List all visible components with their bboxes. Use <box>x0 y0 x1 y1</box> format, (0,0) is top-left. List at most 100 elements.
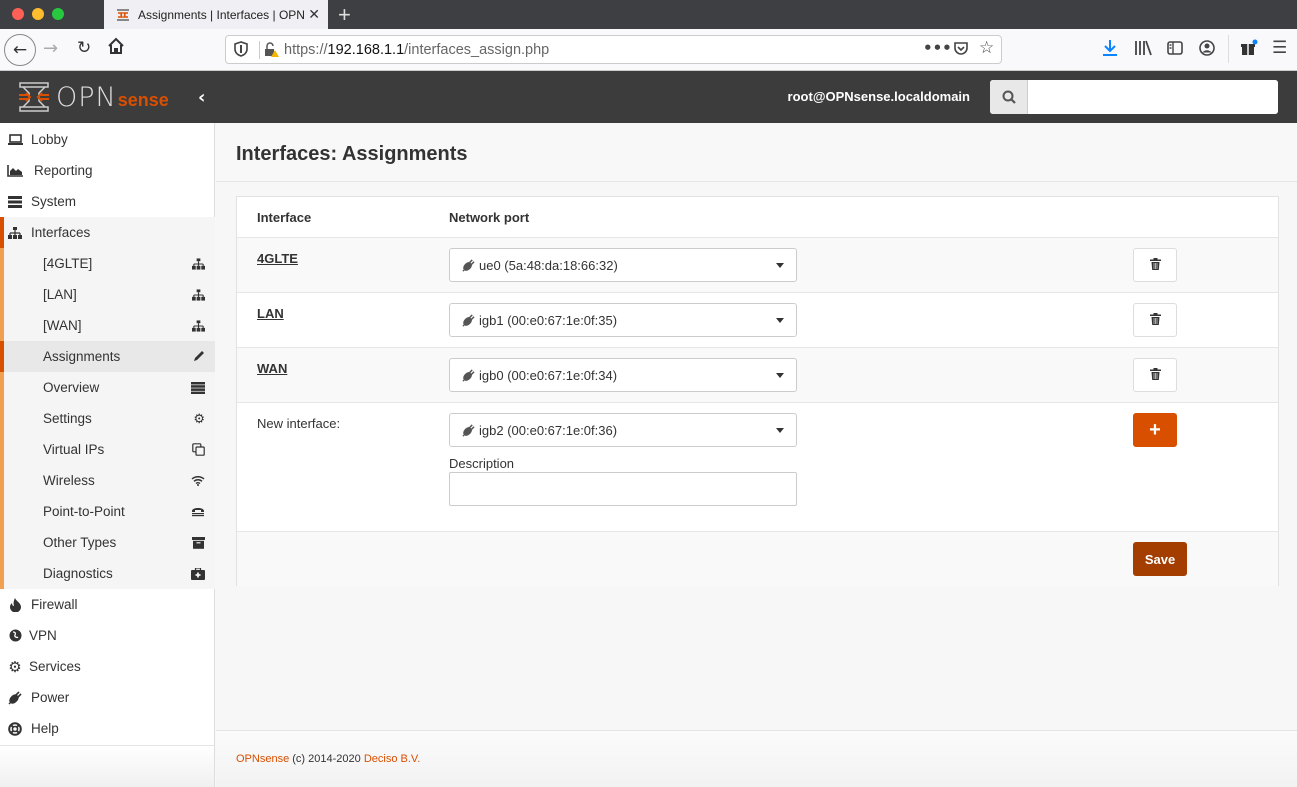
trash-icon <box>1149 367 1161 383</box>
sidebar-item-lobby[interactable]: Lobby <box>0 124 215 155</box>
sidebar-subitem-lan[interactable]: [LAN] <box>0 279 215 310</box>
sidebar-subitem-label: Wireless <box>43 473 95 488</box>
bookmark-star-icon[interactable]: ☆ <box>979 38 994 58</box>
sidebar-item-services[interactable]: ⚙ Services <box>0 651 215 682</box>
deciso-link[interactable]: Deciso B.V. <box>364 753 420 765</box>
browser-tab[interactable]: Assignments | Interfaces | OPN ✕ <box>104 0 328 29</box>
sidebar-subitem-label: Overview <box>43 380 100 395</box>
interface-link-wan[interactable]: WAN <box>257 361 287 376</box>
delete-interface-button[interactable] <box>1133 248 1177 282</box>
close-window-button[interactable] <box>12 8 24 20</box>
sidebar-subitem-overview[interactable]: Overview <box>0 372 215 403</box>
sidebar-item-label: Firewall <box>31 597 78 612</box>
sidebar-subitem-wireless[interactable]: Wireless <box>0 465 215 496</box>
caret-down-icon <box>776 373 784 378</box>
account-icon[interactable] <box>1199 40 1215 60</box>
library-icon[interactable] <box>1134 40 1152 60</box>
tasks-icon <box>191 381 205 394</box>
sidebar-item-power[interactable]: Power <box>0 682 215 713</box>
server-icon <box>7 195 23 208</box>
app-header: OPN sense ‹ root@OPNsense.localdomain <box>0 71 1297 123</box>
sidebar-item-system[interactable]: System <box>0 186 215 217</box>
close-tab-icon[interactable]: ✕ <box>308 6 320 23</box>
sidebar-subitem-label: Settings <box>43 411 92 426</box>
minimize-window-button[interactable] <box>32 8 44 20</box>
network-port-select-wan[interactable]: igb0 (00:e0:67:1e:0f:34) <box>449 358 797 392</box>
lock-warning-icon[interactable] <box>264 42 280 62</box>
sidebar-item-vpn[interactable]: VPN <box>0 620 215 651</box>
sidebar-subitem-assignments[interactable]: Assignments <box>0 341 215 372</box>
sidebar-subitem-other-types[interactable]: Other Types <box>0 527 215 558</box>
sidebar-subitem-point-to-point[interactable]: Point-to-Point <box>0 496 215 527</box>
wifi-icon <box>191 475 205 486</box>
sidebar-subitem-label: Assignments <box>43 349 121 364</box>
archive-icon <box>192 536 205 549</box>
delete-interface-button[interactable] <box>1133 303 1177 337</box>
menu-icon[interactable]: ☰ <box>1272 38 1287 58</box>
table-row: WAN igb0 (00:e0:67:1e:0f:34) <box>237 348 1278 403</box>
search-icon[interactable] <box>990 80 1028 114</box>
select-value: igb1 (00:e0:67:1e:0f:35) <box>479 312 618 328</box>
plug-icon <box>7 690 23 705</box>
network-port-select-lan[interactable]: igb1 (00:e0:67:1e:0f:35) <box>449 303 797 337</box>
select-value: igb0 (00:e0:67:1e:0f:34) <box>479 367 618 383</box>
sidebar-subitem-label: Virtual IPs <box>43 442 105 457</box>
page-footer: OPNsense (c) 2014-2020 Deciso B.V. <box>216 730 1297 787</box>
sidebar: Lobby Reporting System Interfaces [4GLTE… <box>0 123 215 745</box>
select-value: igb2 (00:e0:67:1e:0f:36) <box>479 422 618 438</box>
back-icon[interactable]: ← <box>4 34 36 66</box>
add-interface-button[interactable]: + <box>1133 413 1177 447</box>
toolbar-divider <box>1228 35 1229 63</box>
more-icon[interactable]: ••• <box>923 39 952 57</box>
sidebar-subitem-wan[interactable]: [WAN] <box>0 310 215 341</box>
opnsense-logo[interactable]: OPN sense <box>18 79 169 115</box>
sidebar-subitem-virtual-ips[interactable]: Virtual IPs <box>0 434 215 465</box>
sidebar-item-label: Power <box>31 690 70 705</box>
sidebar-item-interfaces[interactable]: Interfaces <box>0 217 215 248</box>
reload-icon[interactable]: ↻ <box>77 38 91 58</box>
url-bar[interactable]: https://192.168.1.1/interfaces_assign.ph… <box>225 35 1002 64</box>
sidebar-item-help[interactable]: Help <box>0 713 215 744</box>
sidebar-subitem-4glte[interactable]: [4GLTE] <box>0 248 215 279</box>
life-ring-icon <box>7 721 23 736</box>
user-menu[interactable]: root@OPNsense.localdomain <box>788 89 970 104</box>
home-icon[interactable] <box>107 37 125 60</box>
url-text: https://192.168.1.1/interfaces_assign.ph… <box>284 42 549 58</box>
search-input[interactable] <box>1028 80 1278 114</box>
save-button[interactable]: Save <box>1133 542 1187 576</box>
new-tab-icon[interactable]: + <box>338 2 351 28</box>
network-port-select-4glte[interactable]: ue0 (5a:48:da:18:66:32) <box>449 248 797 282</box>
sidebar-subitem-settings[interactable]: Settings ⚙ <box>0 403 215 434</box>
delete-interface-button[interactable] <box>1133 358 1177 392</box>
sidebar-subitem-label: Diagnostics <box>43 566 113 581</box>
download-icon[interactable] <box>1102 39 1118 61</box>
medkit-icon <box>191 567 205 580</box>
plug-icon <box>462 258 475 272</box>
logo-sense-text: sense <box>117 89 169 110</box>
sidebar-item-reporting[interactable]: Reporting <box>0 155 215 186</box>
description-input[interactable] <box>449 472 797 506</box>
interface-link-4glte[interactable]: 4GLTE <box>257 251 298 266</box>
assignments-table: Interface Network port 4GLTE ue0 (5a:48:… <box>236 196 1279 586</box>
maximize-window-button[interactable] <box>52 8 64 20</box>
sidebar-item-label: Services <box>29 659 81 674</box>
sidebar-icon[interactable] <box>1167 41 1183 59</box>
forward-icon[interactable]: → <box>43 38 58 59</box>
gift-icon[interactable] <box>1240 39 1258 61</box>
sidebar-item-label: Lobby <box>31 132 68 147</box>
laptop-icon <box>7 133 23 146</box>
sidebar-subitem-diagnostics[interactable]: Diagnostics <box>0 558 215 589</box>
shield-icon[interactable] <box>234 41 248 61</box>
sidebar-subitem-label: [4GLTE] <box>43 256 93 271</box>
sidebar-footer <box>0 745 215 787</box>
new-interface-port-select[interactable]: igb2 (00:e0:67:1e:0f:36) <box>449 413 797 447</box>
sidebar-item-firewall[interactable]: Firewall <box>0 589 215 620</box>
footer-text: OPNsense (c) 2014-2020 Deciso B.V. <box>236 753 420 765</box>
table-row: LAN igb1 (00:e0:67:1e:0f:35) <box>237 293 1278 348</box>
collapse-sidebar-icon[interactable]: ‹ <box>198 87 205 108</box>
interface-link-lan[interactable]: LAN <box>257 306 284 321</box>
opnsense-logo-icon <box>19 82 49 112</box>
pocket-icon[interactable] <box>953 40 969 60</box>
save-row: Save <box>237 532 1278 586</box>
opnsense-link[interactable]: OPNsense <box>236 753 289 765</box>
